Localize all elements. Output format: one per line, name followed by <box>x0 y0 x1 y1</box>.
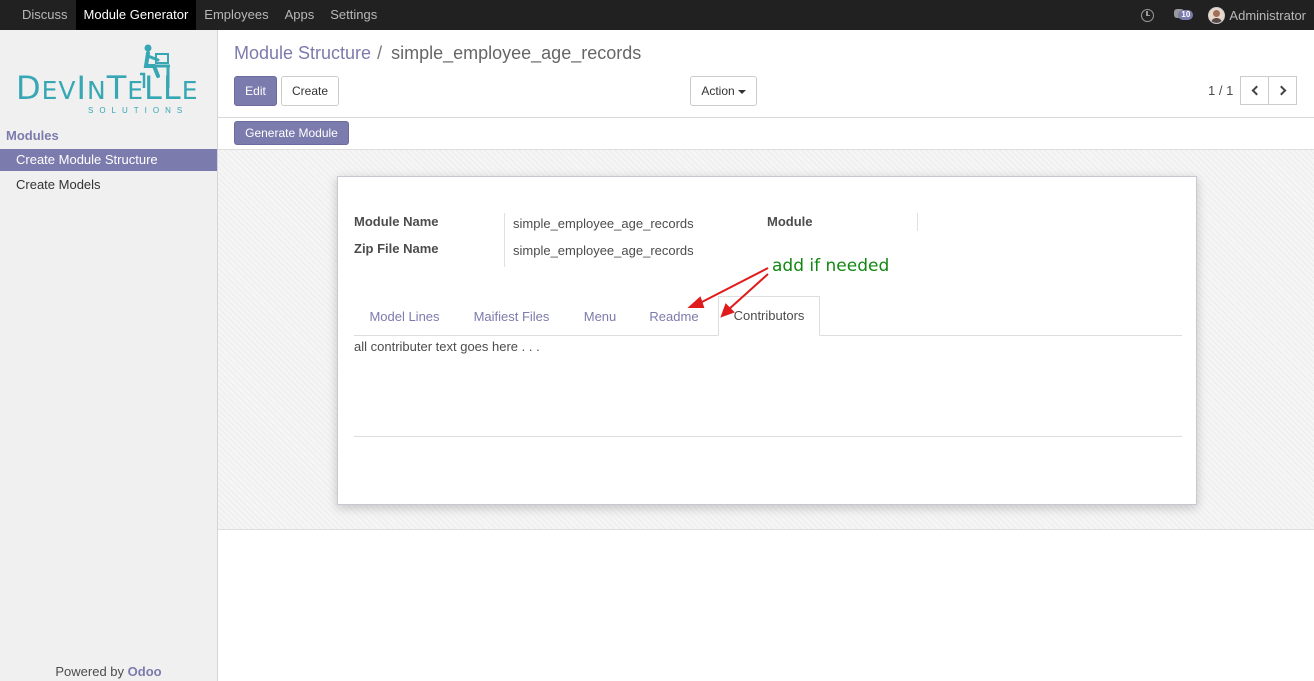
odoo-link[interactable]: Odoo <box>128 664 162 679</box>
pager-next-button[interactable] <box>1268 76 1297 105</box>
annotation-note: add if needed <box>772 256 890 276</box>
sidebar: DEVINTELLE SOLUTIONS Modules Create Modu… <box>0 30 218 681</box>
chevron-right-icon <box>1276 85 1286 96</box>
sidebar-section-modules: Modules <box>6 128 59 143</box>
caret-down-icon <box>737 89 746 94</box>
contributors-text[interactable]: all contributer text goes here . . . <box>354 339 540 354</box>
breadcrumb-module-structure[interactable]: Module Structure <box>234 42 371 64</box>
logo-subtitle: SOLUTIONS <box>88 106 189 115</box>
tab-content-divider <box>354 436 1182 437</box>
top-navbar: Discuss Module Generator Employees Apps … <box>0 0 1314 30</box>
menu-apps[interactable]: Apps <box>277 0 323 30</box>
breadcrumb-current: simple_employee_age_records <box>391 43 642 63</box>
form-sheet: Module Name simple_employee_age_records … <box>337 176 1197 505</box>
avatar[interactable] <box>1208 6 1226 24</box>
breadcrumb: Module Structure / simple_employee_age_r… <box>234 42 641 64</box>
control-panel: Module Structure / simple_employee_age_r… <box>218 30 1314 118</box>
menu-discuss[interactable]: Discuss <box>14 0 76 30</box>
tab-model-lines[interactable]: Model Lines <box>354 298 455 336</box>
form-statusbar: Generate Module <box>218 118 1314 150</box>
pager-previous-button[interactable] <box>1240 76 1269 105</box>
clock-icon[interactable] <box>1141 8 1155 22</box>
user-menu[interactable]: Administrator <box>1229 8 1306 23</box>
action-label: Action <box>701 84 735 98</box>
menu-settings[interactable]: Settings <box>322 0 385 30</box>
tab-menu[interactable]: Menu <box>568 298 632 336</box>
chevron-left-icon <box>1251 85 1261 96</box>
devintelle-logo: DEVINTELLE SOLUTIONS <box>16 44 200 120</box>
module-name-value: simple_employee_age_records <box>513 216 694 231</box>
pager-value[interactable]: 1 / 1 <box>1208 83 1233 98</box>
generate-module-button[interactable]: Generate Module <box>234 121 349 145</box>
notebook-tabs: Model Lines Maifiest Files Menu Readme C… <box>354 295 1182 336</box>
module-label: Module <box>767 214 813 229</box>
messaging-menu[interactable]: 10 <box>1174 8 1196 22</box>
action-dropdown[interactable]: Action <box>690 76 757 106</box>
zip-file-name-value: simple_employee_age_records <box>513 243 694 258</box>
sidebar-item-create-module-structure[interactable]: Create Module Structure <box>0 149 217 171</box>
zip-file-name-label: Zip File Name <box>354 241 439 256</box>
menu-employees[interactable]: Employees <box>196 0 276 30</box>
systray: 10 Administrator <box>1141 0 1314 30</box>
tab-readme[interactable]: Readme <box>638 298 710 336</box>
sidebar-item-create-models[interactable]: Create Models <box>0 174 217 196</box>
powered-by-prefix: Powered by <box>55 664 125 679</box>
menu-module-generator[interactable]: Module Generator <box>75 0 197 30</box>
powered-by: Powered by Odoo <box>0 664 217 679</box>
field-divider <box>917 213 918 231</box>
create-button[interactable]: Create <box>281 76 339 106</box>
field-divider <box>504 213 505 267</box>
tab-maifiest-files[interactable]: Maifiest Files <box>461 298 562 336</box>
module-name-label: Module Name <box>354 214 439 229</box>
breadcrumb-separator: / <box>377 43 383 63</box>
tab-contributors[interactable]: Contributors <box>718 296 820 336</box>
app-menu: Discuss Module Generator Employees Apps … <box>14 0 385 30</box>
edit-button[interactable]: Edit <box>234 76 277 106</box>
chat-count-badge: 10 <box>1178 10 1194 20</box>
logo-wordmark: DEVINTELLE <box>16 69 199 107</box>
